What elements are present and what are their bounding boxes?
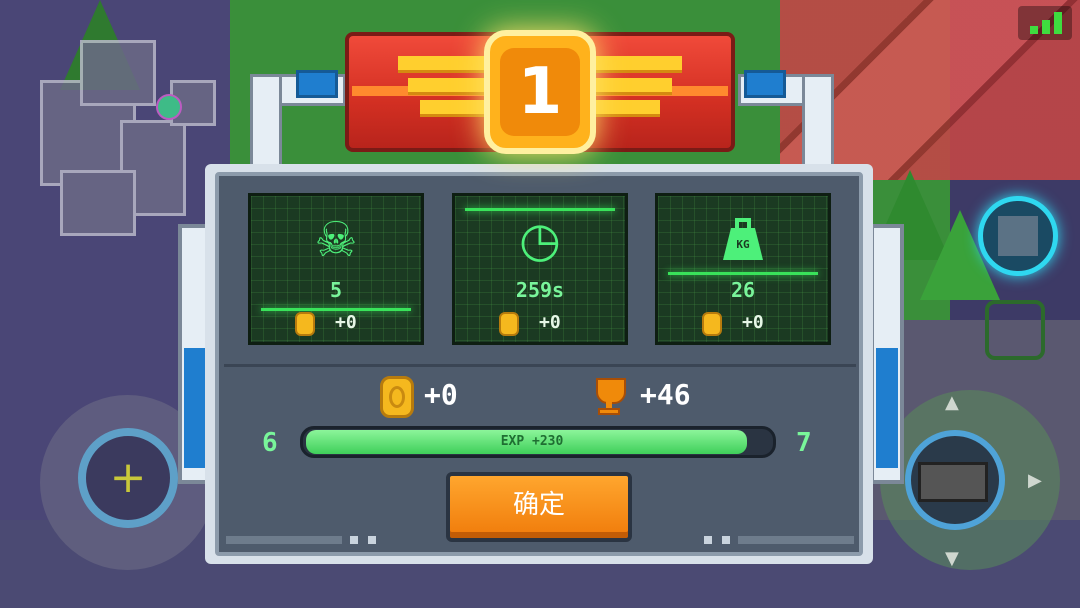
panel-decoration <box>738 536 854 544</box>
rank-number: 1 <box>517 55 563 129</box>
coin-icon <box>702 312 722 336</box>
gun-icon <box>918 462 988 502</box>
panel-decoration <box>722 536 730 544</box>
character-skill-icon <box>998 216 1038 256</box>
weight-stat: KG 26 +0 <box>655 193 831 345</box>
divider <box>224 364 856 367</box>
wing-icon <box>592 56 682 73</box>
frame-clip <box>744 70 786 98</box>
kills-stat: ☠ 5 +0 <box>248 193 424 345</box>
frame-clip <box>296 70 338 98</box>
frame-side-pipe <box>870 224 904 484</box>
panel-decoration <box>226 536 342 544</box>
arrow-up-icon: ▲ <box>945 392 959 413</box>
weight-unit-label: KG <box>736 238 750 251</box>
arrow-right-icon: ▶ <box>1028 470 1042 491</box>
time-value: 259s <box>515 278 565 302</box>
signal-strength-icon <box>1018 6 1072 40</box>
weight-value: 26 <box>730 278 756 302</box>
exp-label: EXP +230 <box>500 434 564 449</box>
wing-icon <box>592 100 660 117</box>
kills-value: 5 <box>329 278 343 302</box>
current-level: 6 <box>262 428 278 458</box>
time-coin-bonus: +0 <box>539 312 561 333</box>
weight-icon: KG <box>721 218 765 262</box>
skull-icon: ☠ <box>314 212 358 268</box>
coin-icon-detail <box>389 386 405 408</box>
clock-icon: ◷ <box>519 212 561 268</box>
wing-icon <box>420 100 488 117</box>
confirm-button-label[interactable]: 确定 <box>446 472 632 538</box>
trophy-reward: +46 <box>640 378 691 411</box>
arrow-down-icon: ▼ <box>945 548 959 569</box>
empty-item-slot[interactable] <box>985 300 1045 360</box>
panel-decoration <box>368 536 376 544</box>
player-marker-icon <box>156 94 182 120</box>
trophy-icon <box>590 378 628 416</box>
plus-icon: + <box>109 452 147 503</box>
next-level: 7 <box>796 428 812 458</box>
kills-coin-bonus: +0 <box>335 312 357 333</box>
panel-decoration <box>704 536 712 544</box>
weight-coin-bonus: +0 <box>742 312 764 333</box>
wing-icon <box>408 78 488 95</box>
time-stat: ◷ 259s +0 <box>452 193 628 345</box>
wing-icon <box>398 56 488 73</box>
wing-icon <box>592 78 672 95</box>
panel-decoration <box>350 536 358 544</box>
coin-reward: +0 <box>424 378 458 411</box>
coin-icon <box>499 312 519 336</box>
coin-icon <box>295 312 315 336</box>
